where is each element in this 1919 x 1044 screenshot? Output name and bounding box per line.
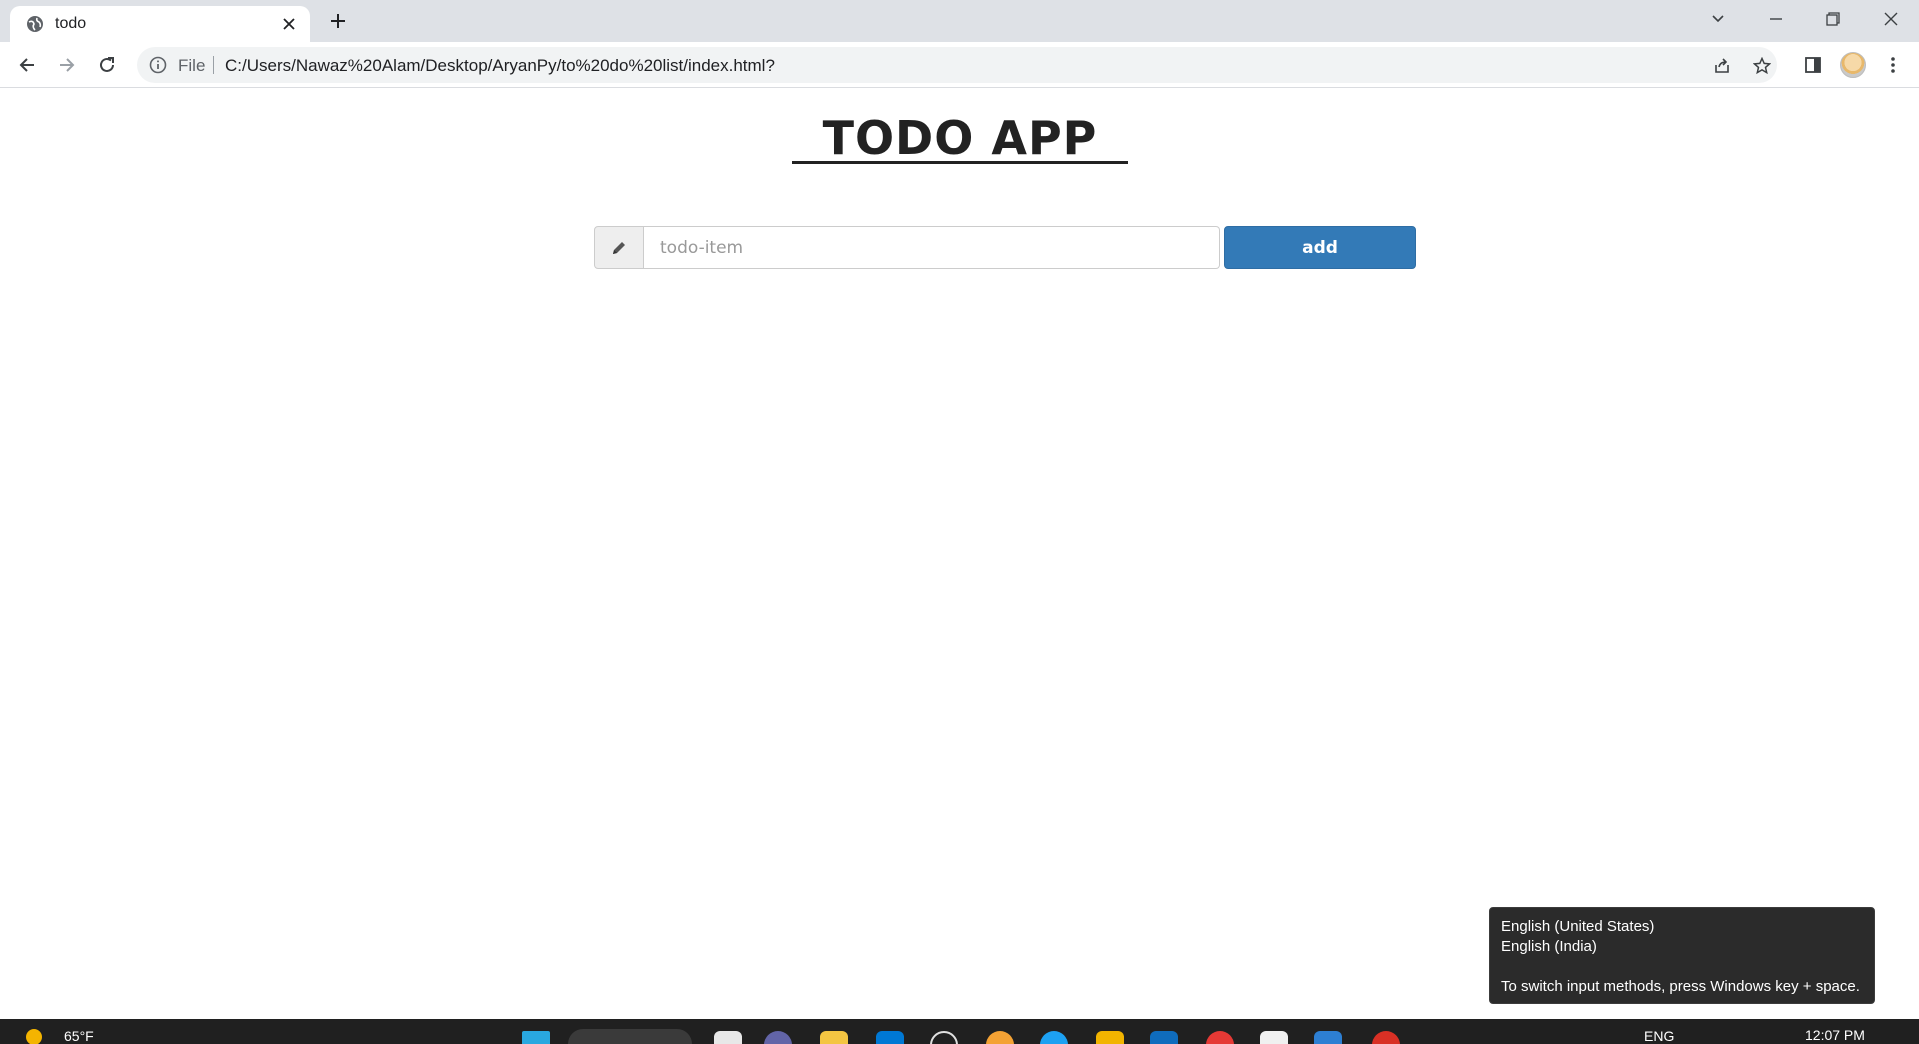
ime-hint-text: To switch input methods, press Windows k… [1501,978,1860,995]
forward-arrow-icon[interactable] [52,50,82,80]
restore-icon[interactable] [1805,0,1861,38]
avatar [1840,52,1866,78]
tab-title: todo [55,15,87,32]
chrome-icon[interactable] [1372,1031,1400,1044]
app-icon[interactable] [1206,1031,1234,1044]
browser-tab[interactable]: todo [10,6,310,42]
mail-icon[interactable] [1150,1031,1178,1044]
app-icon[interactable] [986,1031,1014,1044]
close-tab-icon[interactable] [278,13,300,35]
taskbar-clock[interactable]: 12:07 PM [1805,1027,1865,1043]
share-icon[interactable] [1710,54,1734,78]
weather-temperature[interactable]: 65°F [64,1028,94,1044]
taskbar-search[interactable] [568,1029,692,1044]
input-method-tooltip: English (United States) English (India) … [1489,907,1875,1004]
todo-input-group [594,226,1220,269]
start-icon[interactable] [522,1031,550,1044]
add-button[interactable]: add [1224,226,1416,269]
tooltip-spacer [1501,957,1863,977]
page-content: TODO APP add [0,89,1919,1019]
site-info-icon[interactable] [149,56,167,74]
new-tab-icon[interactable] [326,9,350,33]
pencil-icon [594,226,644,269]
language-indicator[interactable]: ENG [1644,1028,1674,1044]
edge-icon[interactable] [1040,1031,1068,1044]
side-panel-icon[interactable] [1798,50,1828,80]
globe-icon [26,15,44,33]
title-underline [792,161,1128,164]
browser-tab-strip: todo [0,0,1919,42]
windows-taskbar: 65°F ENG 12:07 PM [0,1019,1919,1044]
address-url[interactable]: C:/Users/Nawaz%20Alam/Desktop/AryanPy/to… [225,56,775,76]
ime-language-option: English (India) [1501,938,1597,955]
file-explorer-icon[interactable] [820,1031,848,1044]
notepad-icon[interactable] [1260,1031,1288,1044]
profile-avatar[interactable] [1838,50,1868,80]
task-view-icon[interactable] [714,1031,742,1044]
browser-toolbar: File C:/Users/Nawaz%20Alam/Desktop/Aryan… [0,42,1919,88]
page-title: TODO APP [822,111,1098,165]
back-arrow-icon[interactable] [12,50,42,80]
address-scheme-label: File [178,56,206,75]
vscode-icon[interactable] [1314,1031,1342,1044]
close-window-icon[interactable] [1863,0,1919,38]
reload-icon[interactable] [92,50,122,80]
bookmark-star-icon[interactable] [1750,54,1774,78]
todo-item-input[interactable] [644,226,1220,269]
ime-language-option: English (United States) [1501,918,1655,935]
app-icon[interactable] [930,1031,958,1044]
address-bar[interactable]: File C:/Users/Nawaz%20Alam/Desktop/Aryan… [137,47,1777,83]
store-icon[interactable] [876,1031,904,1044]
app-icon[interactable] [1096,1031,1124,1044]
minimize-icon[interactable] [1748,0,1804,38]
address-divider [213,56,214,74]
browser-menu-icon[interactable] [1878,50,1908,80]
weather-icon[interactable] [26,1029,42,1044]
teams-icon[interactable] [764,1031,792,1044]
tab-search-chevron-icon[interactable] [1690,0,1746,38]
